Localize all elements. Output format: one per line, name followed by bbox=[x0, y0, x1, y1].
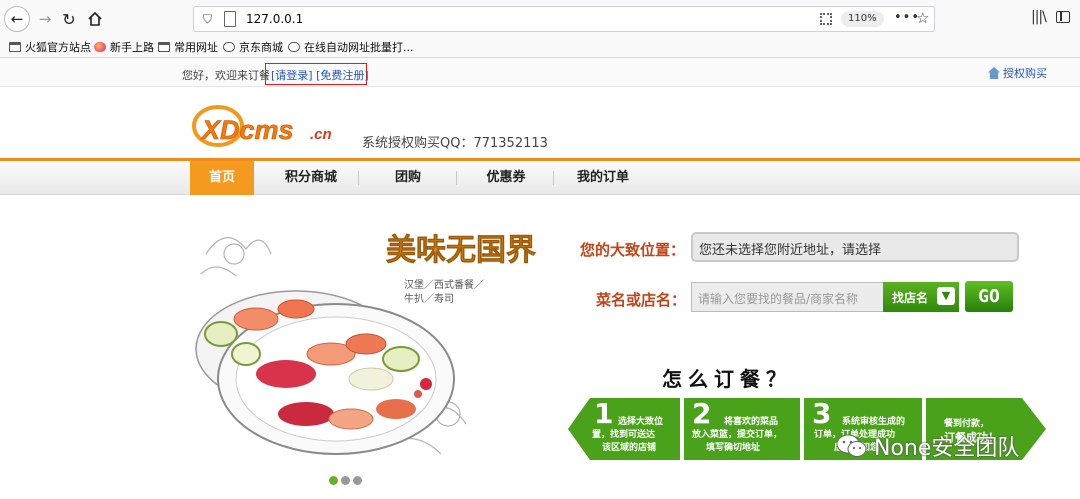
folder-icon bbox=[9, 42, 21, 52]
sidebar-icon[interactable] bbox=[1056, 11, 1070, 23]
banner-image[interactable]: 美味无国界 汉堡／西式番餐／ 牛扒／寿司 bbox=[186, 214, 556, 476]
globe-icon bbox=[223, 42, 235, 52]
auth-links-highlight: [请登录] [免费注册] bbox=[265, 63, 369, 85]
home-icon bbox=[88, 12, 102, 26]
qq-contact-text: 系统授权购买QQ：771352113 bbox=[362, 136, 548, 151]
search-type-dropdown[interactable]: 找店名 ▼ bbox=[883, 282, 959, 312]
browser-toolbar: ← → ↻ ⛉ 127.0.0.1 110% ••• ☆ |||\ 火狐官方站点… bbox=[0, 0, 1080, 58]
nav-coupons[interactable]: 优惠券 bbox=[476, 161, 536, 195]
nav-group-buy[interactable]: 团购 bbox=[378, 161, 438, 195]
bookmark-item[interactable]: 新手上路 bbox=[94, 39, 154, 55]
order-step-1: 1 选择大致位 置，找到可送达 该区域的店铺 bbox=[568, 398, 680, 460]
nav-points-mall[interactable]: 积分商城 bbox=[272, 161, 350, 195]
wechat-icon bbox=[836, 434, 867, 457]
nav-separator bbox=[456, 171, 457, 185]
qr-code-icon[interactable] bbox=[820, 13, 832, 25]
globe-icon bbox=[288, 42, 300, 52]
shield-icon[interactable]: ⛉ bbox=[203, 12, 212, 27]
main-nav: 首页 积分商城 团购 优惠券 我的订单 bbox=[0, 161, 1080, 195]
location-label: 您的大致位置： bbox=[580, 241, 686, 259]
folder-icon bbox=[158, 42, 170, 52]
arrow-right-icon: → bbox=[38, 10, 52, 28]
nav-home[interactable]: 首页 bbox=[190, 161, 254, 195]
library-icon[interactable]: |||\ bbox=[1031, 9, 1047, 25]
page-icon bbox=[224, 11, 236, 27]
forward-button[interactable]: → bbox=[32, 6, 58, 32]
svg-text:.cn: .cn bbox=[310, 126, 332, 143]
svg-text:美味无国界: 美味无国界 bbox=[386, 233, 536, 268]
arrow-left-icon: ← bbox=[10, 10, 24, 28]
back-button[interactable]: ← bbox=[4, 6, 30, 32]
register-link[interactable]: [免费注册] bbox=[316, 69, 369, 82]
home-button[interactable] bbox=[82, 6, 108, 32]
house-icon bbox=[988, 67, 1000, 79]
slide-dot[interactable] bbox=[353, 476, 362, 485]
address-bar[interactable]: ⛉ 127.0.0.1 110% ••• ☆ bbox=[193, 6, 935, 32]
svg-text:牛扒／寿司: 牛扒／寿司 bbox=[404, 292, 454, 305]
dish-or-shop-label: 菜名或店名： bbox=[596, 291, 687, 309]
zoom-level[interactable]: 110% bbox=[841, 11, 884, 27]
slide-dot-active[interactable] bbox=[329, 476, 338, 485]
site-logo[interactable]: XDcms .cn bbox=[192, 104, 362, 150]
url-text[interactable]: 127.0.0.1 bbox=[246, 12, 303, 26]
bookmark-star-icon[interactable]: ☆ bbox=[916, 9, 929, 27]
firefox-icon bbox=[94, 42, 106, 52]
site-top-bar: 您好，欢迎来订餐 [请登录] [免费注册] 授权购买 bbox=[0, 59, 1080, 87]
site-header: XDcms .cn 系统授权购买QQ：771352113 bbox=[0, 88, 1080, 158]
bookmark-item[interactable]: 京东商城 bbox=[223, 39, 283, 55]
nav-separator bbox=[553, 171, 554, 185]
location-field[interactable]: 您还未选择您附近地址，请选择 bbox=[691, 232, 1019, 262]
dish-shop-search-input[interactable]: 请输入您要找的餐品/商家名称 bbox=[691, 282, 883, 312]
reload-icon: ↻ bbox=[62, 9, 76, 29]
chevron-down-icon: ▼ bbox=[937, 287, 955, 305]
login-link[interactable]: [请登录] bbox=[271, 69, 313, 82]
buy-auth-link[interactable]: 授权购买 bbox=[988, 65, 1047, 81]
nav-separator bbox=[358, 171, 359, 185]
bookmark-item[interactable]: 火狐官方站点 bbox=[9, 39, 91, 55]
bookmark-item[interactable]: 在线自动网址批量打... bbox=[288, 39, 414, 55]
how-to-order-title: 怎么订餐？ bbox=[662, 367, 792, 391]
watermark: None安全团队 bbox=[836, 430, 1019, 462]
nav-my-orders[interactable]: 我的订单 bbox=[572, 161, 634, 195]
order-step-2: 2 将喜欢的菜品 放入菜篮，提交订单， 填写确切地址 bbox=[684, 398, 800, 460]
go-button[interactable]: GO bbox=[965, 281, 1013, 312]
banner-slide-dots bbox=[329, 476, 362, 485]
reload-button[interactable]: ↻ bbox=[56, 6, 82, 32]
welcome-text: 您好，欢迎来订餐 bbox=[182, 69, 270, 82]
bookmark-item[interactable]: 常用网址 bbox=[158, 39, 218, 55]
svg-text:XDcms: XDcms bbox=[200, 115, 294, 145]
svg-text:汉堡／西式番餐／: 汉堡／西式番餐／ bbox=[404, 278, 484, 291]
slide-dot[interactable] bbox=[341, 476, 350, 485]
